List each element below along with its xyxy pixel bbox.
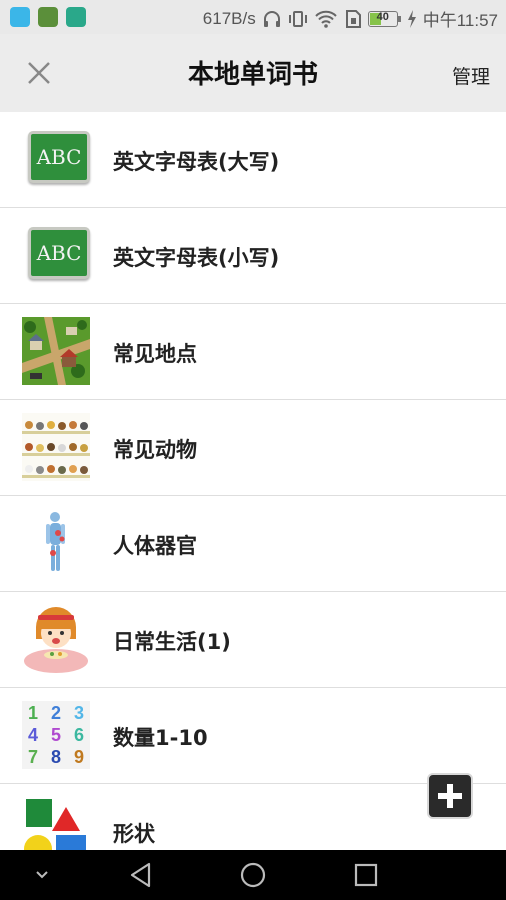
notification-icons (10, 7, 86, 27)
list-item[interactable]: ABC 英文字母表(大写) (0, 112, 506, 208)
tv-notification-icon (66, 7, 86, 27)
number-tile: 5 (51, 725, 61, 745)
human-anatomy-icon (22, 509, 90, 577)
town-map-icon (22, 317, 90, 385)
app-notification-icon (10, 7, 30, 27)
list-item[interactable]: 日常生活(1) (0, 592, 506, 688)
number-tile: 6 (74, 725, 84, 745)
girl-eating-icon (22, 605, 90, 673)
word-book-list: ABC 英文字母表(大写) ABC 英文字母表(小写) 常见地点 常见动物 人体… (0, 112, 506, 850)
abc-text: ABC (36, 145, 82, 169)
sim-icon (345, 9, 361, 28)
manage-button[interactable]: 管理 (452, 62, 490, 89)
plus-icon (438, 784, 462, 808)
list-item[interactable]: 常见地点 (0, 304, 506, 400)
book-label: 人体器官 (113, 534, 197, 558)
number-tile: 4 (28, 725, 38, 745)
number-tile: 9 (74, 747, 84, 767)
charging-icon (407, 9, 416, 28)
battery-icon: 40 (367, 10, 401, 27)
battery-percent: 40 (376, 10, 389, 23)
navigation-bar (0, 850, 506, 900)
abc-chalkboard-icon: ABC (22, 125, 90, 193)
system-status: 617B/s 40 中午11:57 (203, 6, 498, 31)
list-item[interactable]: 人体器官 (0, 496, 506, 592)
page-title: 本地单词书 (187, 60, 318, 90)
number-tile: 7 (28, 747, 38, 767)
home-icon[interactable] (239, 861, 267, 889)
status-bar: 617B/s 40 中午11:57 (0, 0, 506, 34)
animals-icon (22, 413, 90, 481)
book-label: 形状 (113, 822, 155, 846)
book-label: 日常生活(1) (113, 630, 231, 654)
numbers-grid-icon: 1 2 3 4 5 6 7 8 9 (22, 701, 90, 769)
book-label: 数量1-10 (113, 726, 208, 750)
list-item[interactable]: 常见动物 (0, 400, 506, 496)
number-tile: 8 (51, 747, 61, 767)
number-tile: 3 (74, 703, 84, 723)
abc-chalkboard-icon: ABC (22, 221, 90, 289)
recents-icon[interactable] (352, 861, 380, 889)
add-button[interactable] (427, 773, 473, 819)
number-tile: 1 (28, 703, 38, 723)
list-item[interactable]: ABC 英文字母表(小写) (0, 208, 506, 304)
back-icon[interactable] (127, 861, 155, 889)
game-notification-icon (38, 7, 58, 27)
wifi-icon (315, 10, 337, 28)
abc-text: ABC (36, 241, 82, 265)
chevron-down-icon[interactable] (32, 861, 52, 889)
network-speed: 617B/s (202, 8, 256, 28)
title-bar: 本地单词书 管理 (0, 34, 506, 112)
shapes-icon (22, 797, 90, 850)
book-label: 英文字母表(大写) (113, 150, 280, 174)
list-item[interactable]: 1 2 3 4 5 6 7 8 9 数量1-10 (0, 688, 506, 784)
book-label: 常见动物 (113, 438, 197, 462)
vibrate-icon (288, 10, 307, 27)
clock: 中午11:57 (422, 11, 498, 30)
number-tile: 2 (51, 703, 61, 723)
headphones-icon (263, 10, 280, 27)
book-label: 常见地点 (113, 342, 197, 366)
book-label: 英文字母表(小写) (113, 246, 280, 270)
